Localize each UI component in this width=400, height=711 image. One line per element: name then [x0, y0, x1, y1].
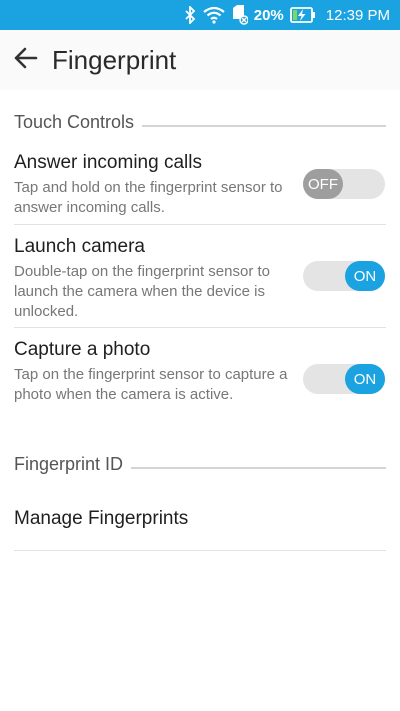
toggle-knob: OFF: [303, 169, 343, 199]
toggle-capture-a-photo[interactable]: ON: [303, 364, 385, 394]
section-label: Fingerprint ID: [14, 454, 124, 474]
divider: [14, 224, 386, 225]
setting-summary: Double-tap on the fingerprint sensor to …: [14, 263, 270, 320]
manage-fingerprints-item[interactable]: Manage Fingerprints: [14, 508, 386, 530]
setting-title: Manage Fingerprints: [14, 508, 189, 529]
section-header-touch-controls: Touch Controls: [14, 112, 386, 133]
status-bar: 20% 12:39 PM: [0, 0, 400, 30]
toggle-knob: ON: [345, 364, 385, 394]
back-button[interactable]: [0, 30, 52, 90]
setting-title: Capture a photo: [14, 339, 151, 360]
sim-card-icon: [232, 5, 248, 25]
section-header-fingerprint-id: Fingerprint ID: [14, 454, 386, 475]
divider: [14, 550, 386, 551]
toggle-knob: ON: [345, 261, 385, 291]
app-bar: Fingerprint: [0, 30, 400, 90]
bluetooth-icon: [184, 6, 196, 24]
setting-summary: Tap on the fingerprint sensor to capture…: [14, 366, 288, 403]
setting-title: Launch camera: [14, 236, 145, 257]
section-label: Touch Controls: [14, 112, 135, 132]
toggle-answer-incoming-calls[interactable]: OFF: [303, 169, 385, 199]
battery-charging-icon: [289, 6, 316, 24]
section-rule: [131, 466, 386, 469]
divider: [14, 327, 386, 328]
page-title: Fingerprint: [52, 44, 177, 75]
clock: 12:39 PM: [325, 6, 390, 24]
toggle-launch-camera[interactable]: ON: [303, 261, 385, 291]
section-rule: [142, 124, 386, 127]
setting-summary: Tap and hold on the fingerprint sensor t…: [14, 179, 283, 216]
arrow-left-icon: [14, 47, 38, 74]
wifi-icon: [202, 6, 226, 24]
battery-percent: 20%: [253, 6, 284, 24]
